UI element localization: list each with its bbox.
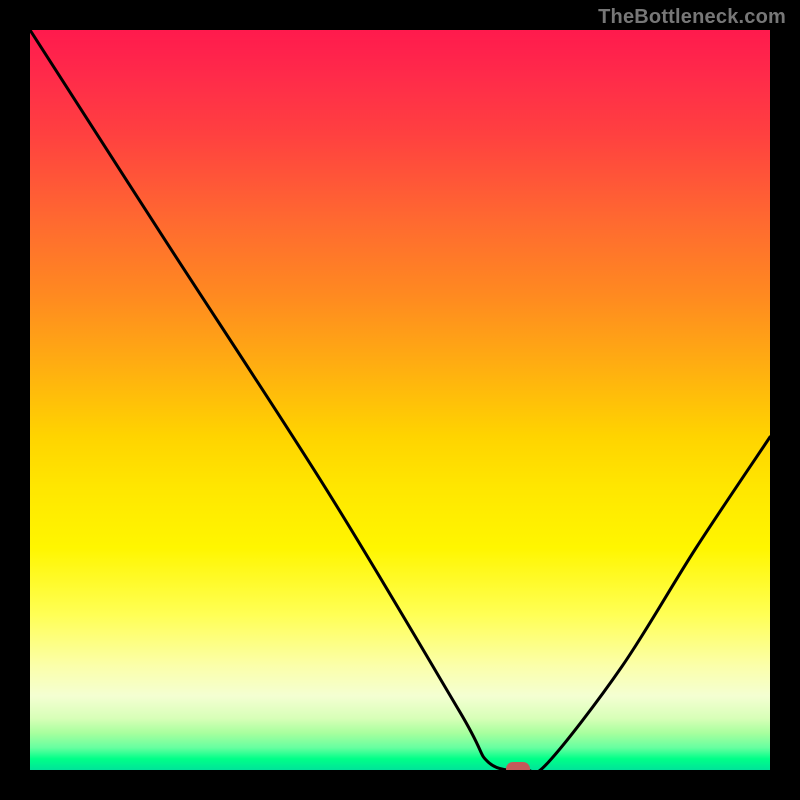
curve-path: [30, 30, 770, 770]
bottleneck-curve: [30, 30, 770, 770]
plot-area: [30, 30, 770, 770]
optimal-marker: [506, 762, 530, 770]
chart-frame: TheBottleneck.com: [0, 0, 800, 800]
watermark-text: TheBottleneck.com: [598, 6, 786, 29]
